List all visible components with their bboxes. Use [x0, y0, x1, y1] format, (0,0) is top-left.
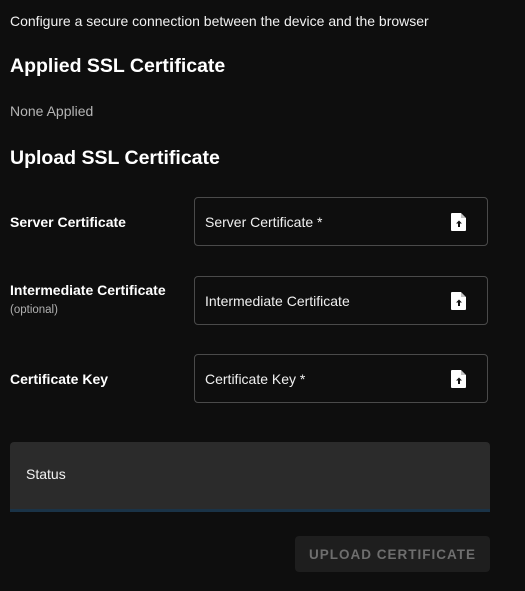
intermediate-certificate-label: Intermediate Certificate [10, 282, 166, 298]
certificate-key-field[interactable]: Certificate Key * [194, 354, 488, 403]
server-certificate-label: Server Certificate [10, 214, 126, 230]
status-label: Status [26, 466, 66, 482]
intermediate-certificate-field[interactable]: Intermediate Certificate [194, 276, 488, 325]
certificate-key-field-text: Certificate Key * [205, 371, 306, 387]
upload-heading: Upload SSL Certificate [10, 147, 220, 169]
intermediate-certificate-field-text: Intermediate Certificate [205, 293, 350, 309]
upload-certificate-button[interactable]: UPLOAD CERTIFICATE [295, 536, 490, 572]
intro-text: Configure a secure connection between th… [10, 13, 429, 29]
server-certificate-field-text: Server Certificate * [205, 214, 323, 230]
file-upload-icon[interactable] [450, 369, 468, 389]
file-upload-icon[interactable] [450, 212, 468, 232]
applied-value: None Applied [10, 103, 94, 119]
file-upload-icon[interactable] [450, 291, 468, 311]
server-certificate-field[interactable]: Server Certificate * [194, 197, 488, 246]
intermediate-certificate-optional: (optional) [10, 304, 58, 316]
status-card: Status [10, 442, 490, 512]
certificate-key-label: Certificate Key [10, 371, 109, 387]
applied-heading: Applied SSL Certificate [10, 55, 226, 77]
